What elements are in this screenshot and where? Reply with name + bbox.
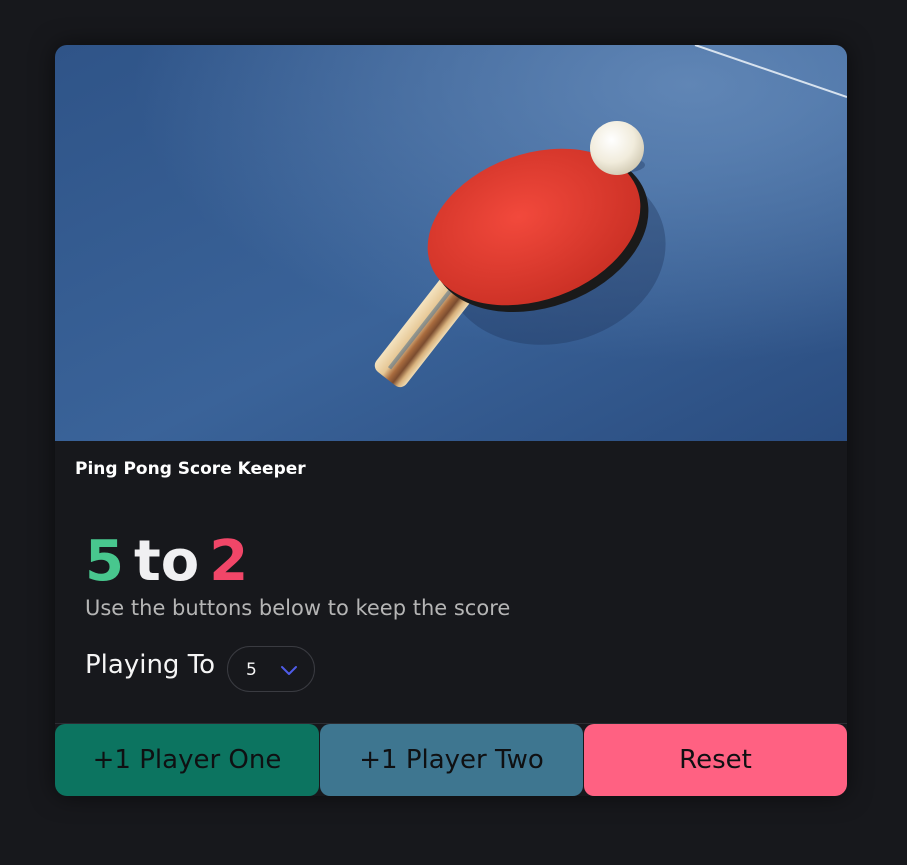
player-one-score: 5	[85, 529, 124, 594]
playing-to-value: 5	[246, 660, 257, 680]
score-keeper-card: Ping Pong Score Keeper 5 to 2 Use the butt…	[55, 45, 847, 796]
score-instructions: Use the buttons below to keep the score	[85, 596, 511, 620]
scoreboard: 5 to 2	[85, 527, 248, 597]
playing-to-select[interactable]: 5	[227, 646, 315, 692]
score-separator: to	[133, 529, 200, 594]
player-two-score: 2	[209, 529, 249, 594]
ping-pong-image	[55, 45, 847, 441]
chevron-down-icon	[281, 666, 297, 675]
reset-button[interactable]: Reset	[584, 724, 847, 796]
player-two-point-button[interactable]: +1 Player Two	[320, 724, 583, 796]
player-one-point-button[interactable]: +1 Player One	[55, 724, 319, 796]
card-title: Ping Pong Score Keeper	[75, 459, 306, 479]
playing-to-label: Playing To	[85, 650, 216, 680]
